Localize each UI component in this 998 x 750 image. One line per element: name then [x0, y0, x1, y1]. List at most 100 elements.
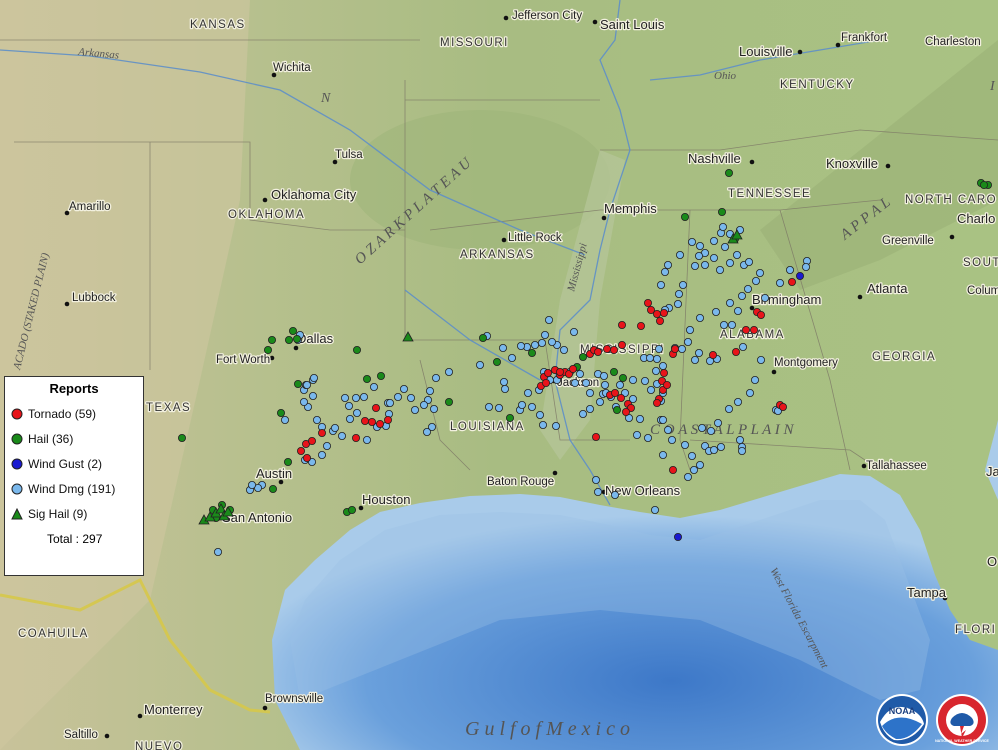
winddmg-report-marker [536, 410, 545, 419]
winddmg-report-marker [641, 376, 650, 385]
wind-gust-marker-icon [11, 458, 23, 470]
winddmg-report-marker [710, 236, 719, 245]
winddmg-report-marker [719, 222, 728, 231]
winddmg-report-marker [425, 386, 434, 395]
hail-report-marker [376, 371, 385, 380]
winddmg-report-marker [696, 313, 705, 322]
label-city-jefferson-city: Jefferson City [512, 10, 582, 22]
winddmg-report-marker [410, 405, 419, 414]
storm-reports-map[interactable]: Arkansas Ohio Mississippi O Z A R K P L … [0, 0, 998, 750]
winddmg-report-marker [679, 280, 688, 289]
label-city-nashville: Nashville [688, 151, 741, 166]
winddmg-report-marker [726, 298, 735, 307]
label-city-charleston: Charleston [925, 36, 981, 48]
winddmg-report-marker [560, 345, 569, 354]
legend-label-hail: Hail (36) [28, 432, 74, 446]
winddmg-report-marker [633, 430, 642, 439]
tornado-report-marker [592, 432, 601, 441]
tornado-report-marker [750, 325, 759, 334]
winddmg-report-marker [518, 400, 527, 409]
winddmg-report-marker [710, 445, 719, 454]
winddmg-report-marker [653, 354, 662, 363]
label-state-georgia: GEORGIA [872, 351, 936, 363]
winddmg-report-marker [494, 403, 503, 412]
winddmg-report-marker [309, 373, 318, 382]
label-state-north-carolina: NORTH CARO [905, 194, 997, 206]
winddmg-report-marker [716, 265, 725, 274]
winddmg-report-marker [531, 340, 540, 349]
winddmg-report-marker [745, 257, 754, 266]
hail-report-marker [263, 345, 272, 354]
hail-report-marker [619, 373, 628, 382]
tornado-report-marker [556, 367, 565, 376]
winddmg-report-marker [695, 348, 704, 357]
tornado-report-marker [302, 453, 311, 462]
winddmg-report-marker [317, 450, 326, 459]
winddmg-report-marker [738, 446, 747, 455]
winddmg-report-marker [351, 393, 360, 402]
winddmg-report-marker [600, 371, 609, 380]
winddmg-report-marker [734, 397, 743, 406]
winddmg-report-marker [751, 375, 760, 384]
winddmg-report-marker [548, 337, 557, 346]
legend-item-tornado: Tornado (59) [11, 407, 96, 421]
winddmg-report-marker [344, 401, 353, 410]
tornado-report-marker [611, 388, 620, 397]
winddmg-report-marker [352, 408, 361, 417]
winddmg-report-marker [655, 344, 664, 353]
label-state-kansas: KANSAS [190, 19, 246, 31]
winddmg-report-marker [393, 392, 402, 401]
tornado-report-marker [618, 340, 627, 349]
label-state-texas: TEXAS [146, 402, 191, 414]
hail-report-marker [725, 168, 734, 177]
winddmg-report-marker [659, 415, 668, 424]
label-river-ohio: Ohio [714, 70, 737, 82]
tornado-report-marker [669, 465, 678, 474]
tornado-report-marker [637, 321, 646, 330]
tornado-report-marker [663, 380, 672, 389]
noaa-logo-text: NOAA [889, 706, 916, 716]
winddmg-report-marker [524, 388, 533, 397]
label-state-missouri: MISSOURI [440, 37, 509, 49]
tornado-report-marker [603, 344, 612, 353]
hail-report-marker [292, 334, 301, 343]
winddmg-report-marker [717, 442, 726, 451]
label-city-montgomery: Montgomery [774, 357, 838, 369]
winddmg-report-marker [616, 380, 625, 389]
winddmg-report-marker [308, 391, 317, 400]
winddmg-report-marker [726, 258, 735, 267]
label-city-saltillo: Saltillo [64, 729, 98, 741]
label-state-florida: FLORI [955, 624, 996, 636]
winddmg-report-marker [674, 299, 683, 308]
winddmg-report-marker [406, 393, 415, 402]
label-city-tulsa: Tulsa [335, 149, 363, 161]
winddmg-report-marker [431, 373, 440, 382]
winddmg-report-marker [576, 369, 585, 378]
label-city-atlanta: Atlanta [867, 281, 908, 296]
winddmg-report-marker [744, 284, 753, 293]
label-city-ja: Ja [986, 464, 998, 479]
winddmg-report-marker [596, 397, 605, 406]
winddmg-report-marker [340, 393, 349, 402]
label-city-o: O [987, 554, 997, 569]
winddmg-report-marker [684, 472, 693, 481]
tornado-report-marker [383, 415, 392, 424]
winddmg-report-marker [422, 427, 431, 436]
winddmg-report-marker [646, 353, 655, 362]
winddmg-report-marker [337, 431, 346, 440]
winddmg-report-marker [736, 435, 745, 444]
winddmg-report-marker [668, 435, 677, 444]
winddmg-report-marker [681, 440, 690, 449]
label-city-saint-louis: Saint Louis [600, 17, 665, 32]
winddmg-report-marker [629, 375, 638, 384]
label-city-tampa: Tampa [907, 585, 947, 600]
label-city-amarillo: Amarillo [69, 201, 111, 213]
winddmg-report-marker [725, 404, 734, 413]
winddmg-report-marker [302, 380, 311, 389]
winddmg-report-marker [429, 404, 438, 413]
hail-report-marker [293, 379, 302, 388]
legend-label-wind-damage: Wind Dmg (191) [28, 482, 116, 496]
legend-label-sig-hail: Sig Hail (9) [28, 507, 88, 521]
label-state-louisiana: LOUISIANA [450, 421, 525, 433]
winddmg-report-marker [539, 420, 548, 429]
